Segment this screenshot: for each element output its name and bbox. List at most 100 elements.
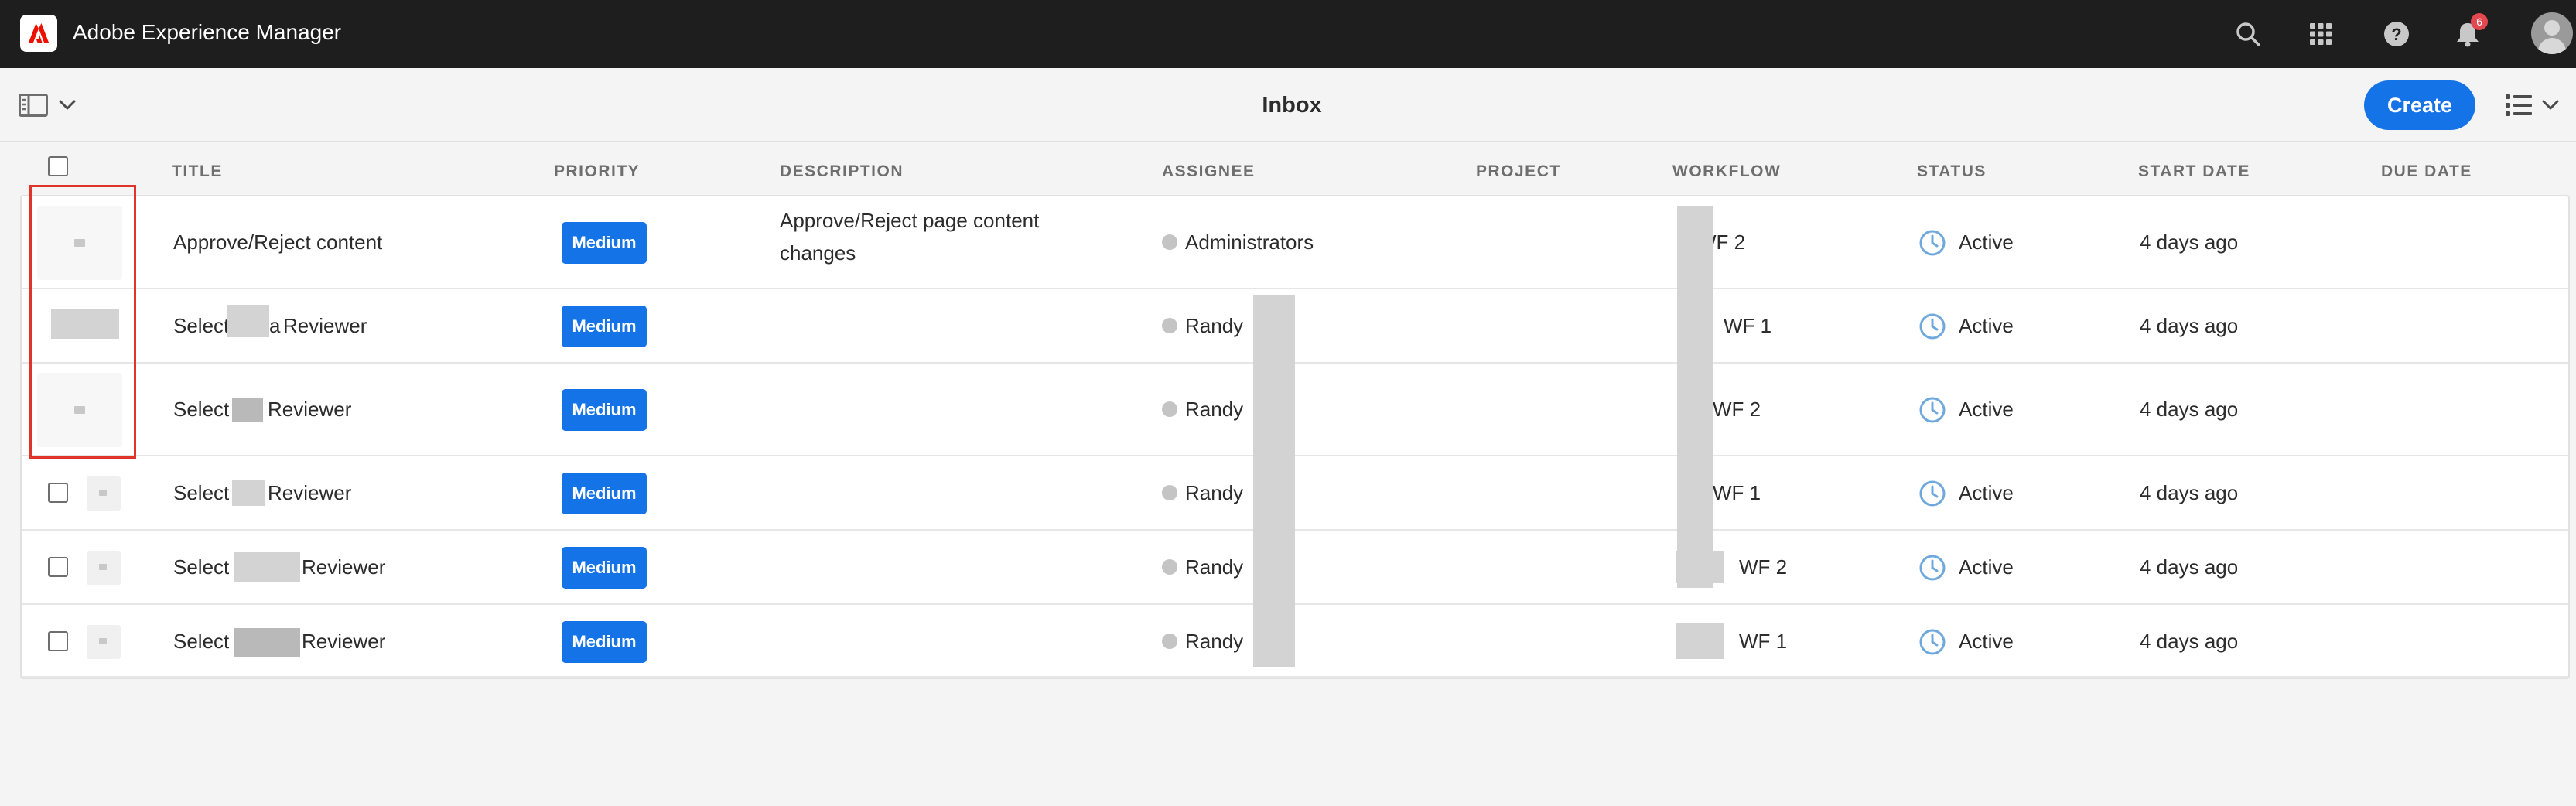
row-workflow: WF 2 bbox=[1713, 398, 1761, 421]
row-title[interactable]: Select bbox=[173, 312, 229, 339]
assignee-avatar bbox=[1162, 634, 1177, 649]
clock-icon bbox=[1919, 480, 1946, 507]
select-all-checkbox[interactable] bbox=[48, 156, 68, 176]
row-workflow: WF 1 bbox=[1739, 630, 1788, 653]
table-row[interactable]: Approve/Reject content Medium Approve/Re… bbox=[22, 196, 2568, 289]
priority-badge: Medium bbox=[562, 306, 647, 347]
action-bar: Inbox Create bbox=[0, 68, 2576, 142]
redacted-text bbox=[234, 552, 300, 582]
row-assignee: Administrators bbox=[1185, 231, 1314, 254]
row-status: Active bbox=[1959, 398, 2014, 421]
item-thumbnail[interactable] bbox=[87, 551, 121, 585]
row-title[interactable]: Select bbox=[173, 628, 229, 654]
rail-toggle-button[interactable] bbox=[19, 90, 88, 121]
clock-icon bbox=[1919, 230, 1946, 256]
row-assignee: Randy bbox=[1185, 314, 1244, 337]
table-row[interactable]: Select Reviewer Medium Randy WF 2 Active… bbox=[22, 531, 2568, 605]
assignee-avatar bbox=[1162, 485, 1177, 500]
create-button[interactable]: Create bbox=[2364, 80, 2475, 130]
redacted-text bbox=[1676, 623, 1724, 659]
priority-badge: Medium bbox=[562, 473, 647, 514]
item-thumbnail[interactable] bbox=[87, 476, 121, 511]
row-start-date: 4 days ago bbox=[2140, 314, 2239, 337]
column-header-priority[interactable]: PRIORITY bbox=[554, 162, 640, 181]
page-title: Inbox bbox=[1262, 93, 1322, 118]
row-checkbox[interactable] bbox=[48, 557, 68, 577]
row-status: Active bbox=[1959, 630, 2014, 653]
row-title-suffix: Reviewer bbox=[268, 398, 352, 421]
row-start-date: 4 days ago bbox=[2140, 630, 2239, 653]
rail-toggle-icon bbox=[19, 94, 48, 117]
row-checkbox[interactable] bbox=[48, 631, 68, 651]
row-start-date: 4 days ago bbox=[2140, 481, 2239, 504]
table-header: TITLE PRIORITY DESCRIPTION ASSIGNEE PROJ… bbox=[20, 149, 2570, 195]
row-assignee: Randy bbox=[1185, 630, 1244, 653]
priority-badge: Medium bbox=[562, 621, 647, 663]
redacted-assignee-column bbox=[1253, 295, 1295, 667]
svg-text:?: ? bbox=[2391, 25, 2401, 44]
view-switcher-button[interactable] bbox=[2505, 90, 2570, 121]
row-assignee: Randy bbox=[1185, 481, 1244, 504]
row-workflow: WF 1 bbox=[1724, 314, 1772, 337]
row-title[interactable]: Select bbox=[173, 554, 229, 580]
list-view-icon bbox=[2506, 94, 2532, 116]
column-header-status[interactable]: STATUS bbox=[1917, 162, 1987, 181]
column-header-assignee[interactable]: ASSIGNEE bbox=[1162, 162, 1256, 181]
top-bar: Adobe Experience Manager ? 6 bbox=[0, 0, 2576, 68]
chevron-down-icon bbox=[59, 100, 76, 110]
row-description: Approve/Reject page content bbox=[780, 209, 1040, 232]
row-status: Active bbox=[1959, 314, 2014, 337]
assignee-avatar bbox=[1162, 234, 1177, 250]
clock-icon bbox=[1919, 555, 1946, 581]
row-title-suffix: Reviewer bbox=[302, 630, 386, 653]
adobe-logo-icon[interactable] bbox=[20, 15, 57, 52]
clock-icon bbox=[1919, 629, 1946, 655]
row-start-date: 4 days ago bbox=[2140, 555, 2239, 579]
notification-badge: 6 bbox=[2471, 13, 2488, 30]
priority-badge: Medium bbox=[562, 389, 647, 431]
row-checkbox[interactable] bbox=[48, 483, 68, 503]
column-header-start-date[interactable]: START DATE bbox=[2138, 162, 2250, 181]
row-start-date: 4 days ago bbox=[2140, 231, 2239, 254]
row-status: Active bbox=[1959, 555, 2014, 579]
row-title-suffix: Reviewer bbox=[268, 481, 352, 504]
row-title[interactable]: Select bbox=[173, 480, 229, 506]
column-header-due-date[interactable]: DUE DATE bbox=[2381, 162, 2472, 181]
inbox-table: Approve/Reject content Medium Approve/Re… bbox=[20, 195, 2570, 679]
row-title-suffix: Reviewer bbox=[302, 555, 386, 579]
priority-badge: Medium bbox=[562, 222, 647, 264]
column-header-description[interactable]: DESCRIPTION bbox=[780, 162, 904, 181]
clock-icon bbox=[1919, 397, 1946, 423]
column-header-workflow[interactable]: WORKFLOW bbox=[1672, 162, 1781, 181]
item-thumbnail[interactable] bbox=[87, 625, 121, 659]
row-title[interactable]: Select bbox=[173, 396, 229, 422]
row-workflow: WF 2 bbox=[1739, 555, 1788, 579]
table-row[interactable]: Select a Reviewer Medium Randy WF 1 Acti… bbox=[22, 289, 2568, 364]
help-icon[interactable]: ? bbox=[2376, 14, 2417, 54]
row-assignee: Randy bbox=[1185, 398, 1244, 421]
search-icon[interactable] bbox=[2228, 14, 2268, 54]
avatar[interactable] bbox=[2531, 12, 2573, 54]
clock-icon bbox=[1919, 313, 1946, 340]
priority-badge: Medium bbox=[562, 547, 647, 589]
apps-grid-icon[interactable] bbox=[2301, 14, 2341, 54]
row-description: changes bbox=[780, 241, 856, 265]
app-title[interactable]: Adobe Experience Manager bbox=[73, 19, 341, 46]
redacted-text bbox=[232, 480, 265, 506]
row-assignee: Randy bbox=[1185, 555, 1244, 579]
assignee-avatar bbox=[1162, 318, 1177, 333]
row-start-date: 4 days ago bbox=[2140, 398, 2239, 421]
column-header-project[interactable]: PROJECT bbox=[1476, 162, 1561, 181]
redacted-text bbox=[227, 305, 269, 337]
table-row[interactable]: Select Reviewer Medium Randy WF 1 Active… bbox=[22, 456, 2568, 531]
row-title[interactable]: Approve/Reject content bbox=[173, 229, 382, 255]
row-status: Active bbox=[1959, 231, 2014, 254]
table-row[interactable]: Select Reviewer Medium Randy WF 2 Active… bbox=[22, 364, 2568, 456]
table-row[interactable]: Select Reviewer Medium Randy WF 1 Active… bbox=[22, 605, 2568, 678]
assignee-avatar bbox=[1162, 559, 1177, 575]
row-workflow: WF 1 bbox=[1713, 481, 1761, 504]
row-title-fragment: a bbox=[269, 314, 281, 337]
highlight-box bbox=[29, 185, 136, 459]
row-title-suffix: Reviewer bbox=[283, 314, 367, 337]
column-header-title[interactable]: TITLE bbox=[172, 162, 223, 181]
